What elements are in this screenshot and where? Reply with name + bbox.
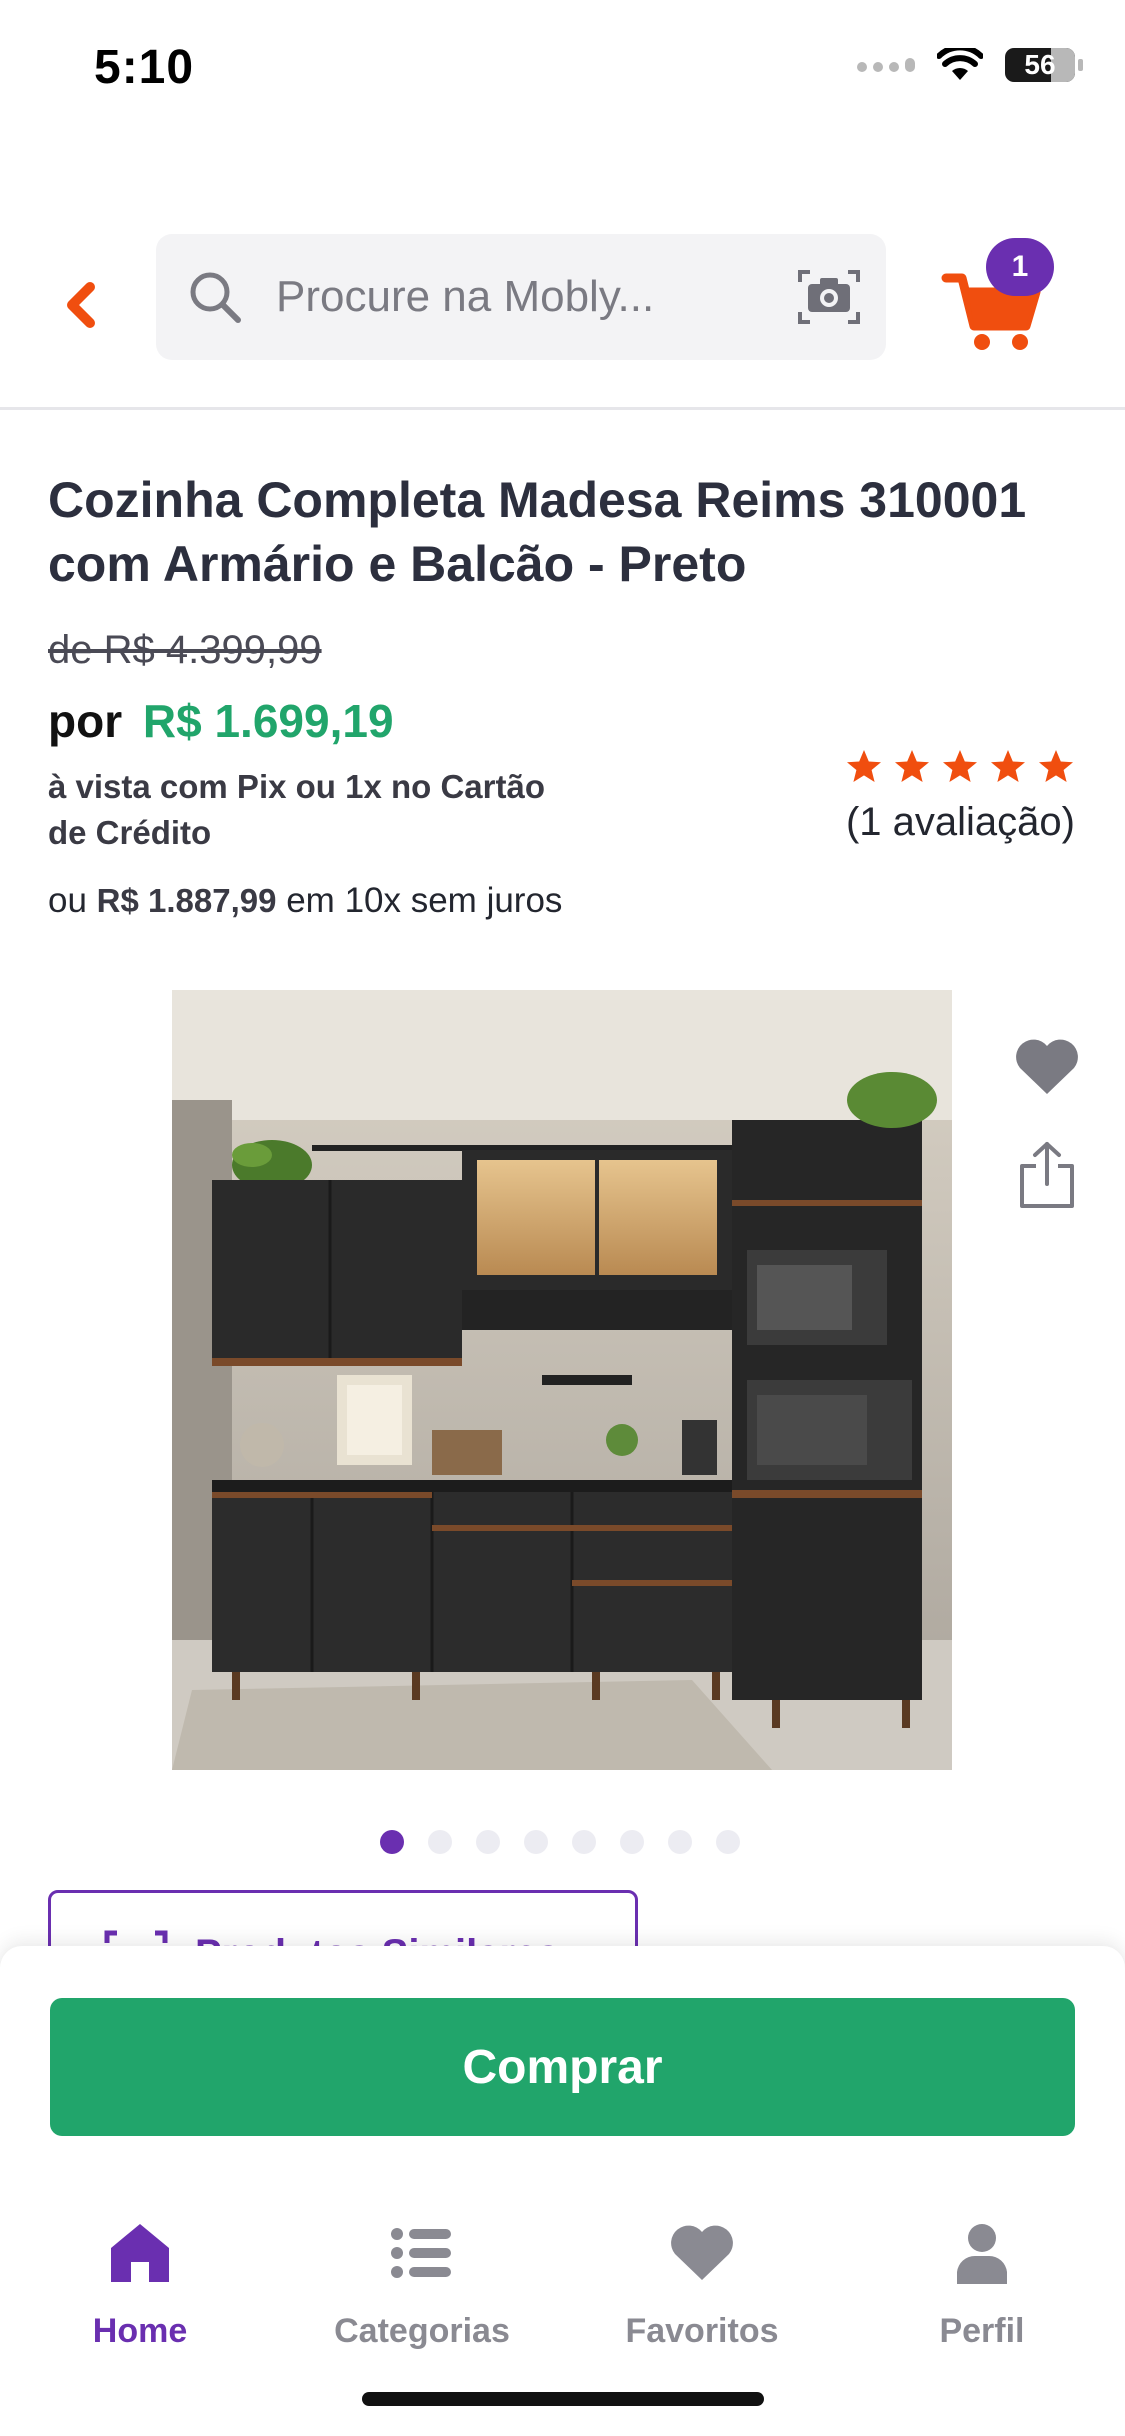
favorite-button[interactable]	[1012, 1036, 1082, 1098]
tab-profile[interactable]: Perfil	[872, 2202, 1092, 2372]
star-icon	[895, 750, 929, 782]
cart-count-badge: 1	[986, 238, 1054, 296]
search-input[interactable]	[276, 264, 756, 330]
heart-icon	[671, 2225, 733, 2280]
tab-home[interactable]: Home	[30, 2202, 250, 2372]
chevron-left-icon	[67, 282, 95, 328]
old-price: de R$ 4.399,99	[48, 628, 322, 672]
carousel-dot[interactable]	[668, 1830, 692, 1854]
list-icon	[391, 2228, 451, 2278]
star-icon	[991, 750, 1025, 782]
installment-value: R$ 1.887,99	[96, 882, 277, 919]
camera-scan-icon[interactable]	[796, 266, 862, 328]
carousel-dot[interactable]	[620, 1830, 644, 1854]
tab-home-label: Home	[92, 2312, 188, 2350]
carousel-dot[interactable]	[716, 1830, 740, 1854]
product-rating[interactable]: (1 avaliação)	[815, 748, 1075, 845]
tab-profile-label: Perfil	[939, 2312, 1025, 2350]
carousel-dot[interactable]	[476, 1830, 500, 1854]
buy-button[interactable]: Comprar	[50, 1998, 1075, 2136]
rating-count: (1 avaliação)	[845, 800, 1075, 844]
battery-icon: 56	[1005, 48, 1083, 82]
status-icons: 56	[857, 48, 1083, 82]
star-icon	[1039, 750, 1073, 782]
current-price: por R$ 1.699,19	[48, 694, 394, 748]
status-bar: 5:10 56	[0, 0, 1125, 140]
status-time: 5:10	[94, 41, 195, 94]
cellular-signal-icon	[857, 58, 915, 72]
top-header	[0, 230, 1125, 410]
home-indicator	[362, 2392, 764, 2406]
installment-info: ou R$ 1.887,99 em 10x sem juros	[48, 878, 568, 924]
search-bar[interactable]	[156, 234, 886, 360]
tab-categories[interactable]: Categorias	[312, 2202, 532, 2372]
price-prefix: por	[48, 695, 123, 747]
star-icon	[943, 750, 977, 782]
tab-favorites-label: Favoritos	[625, 2312, 779, 2350]
pix-payment-note: à vista com Pix ou 1x no Cartão de Crédi…	[48, 768, 545, 851]
carousel-dot[interactable]	[428, 1830, 452, 1854]
installment-suffix: em 10x sem juros	[286, 881, 563, 920]
tab-categories-label: Categorias	[334, 2312, 510, 2350]
user-icon	[957, 2224, 1007, 2284]
buy-panel: Comprar	[0, 1946, 1125, 2190]
product-image[interactable]	[172, 990, 952, 1770]
carousel-dot[interactable]	[572, 1830, 596, 1854]
share-button[interactable]	[1014, 1140, 1080, 1212]
wifi-icon	[937, 48, 983, 80]
battery-level: 56	[1024, 49, 1056, 80]
star-icon	[847, 750, 881, 782]
search-icon	[190, 272, 241, 323]
product-title: Cozinha Completa Madesa Reims 310001 com…	[48, 472, 1027, 592]
carousel-indicator[interactable]	[380, 1830, 740, 1854]
heart-icon	[1016, 1039, 1078, 1094]
price-value: R$ 1.699,19	[142, 695, 394, 747]
carousel-dot[interactable]	[380, 1830, 404, 1854]
share-icon	[1020, 1142, 1074, 1208]
back-button[interactable]	[50, 270, 110, 340]
carousel-dot[interactable]	[524, 1830, 548, 1854]
rating-stars	[815, 748, 1075, 786]
home-icon	[111, 2224, 169, 2282]
installment-prefix: ou	[48, 881, 87, 920]
tab-favorites[interactable]: Favoritos	[592, 2202, 812, 2372]
kitchen-cabinet-illustration	[172, 990, 952, 1770]
